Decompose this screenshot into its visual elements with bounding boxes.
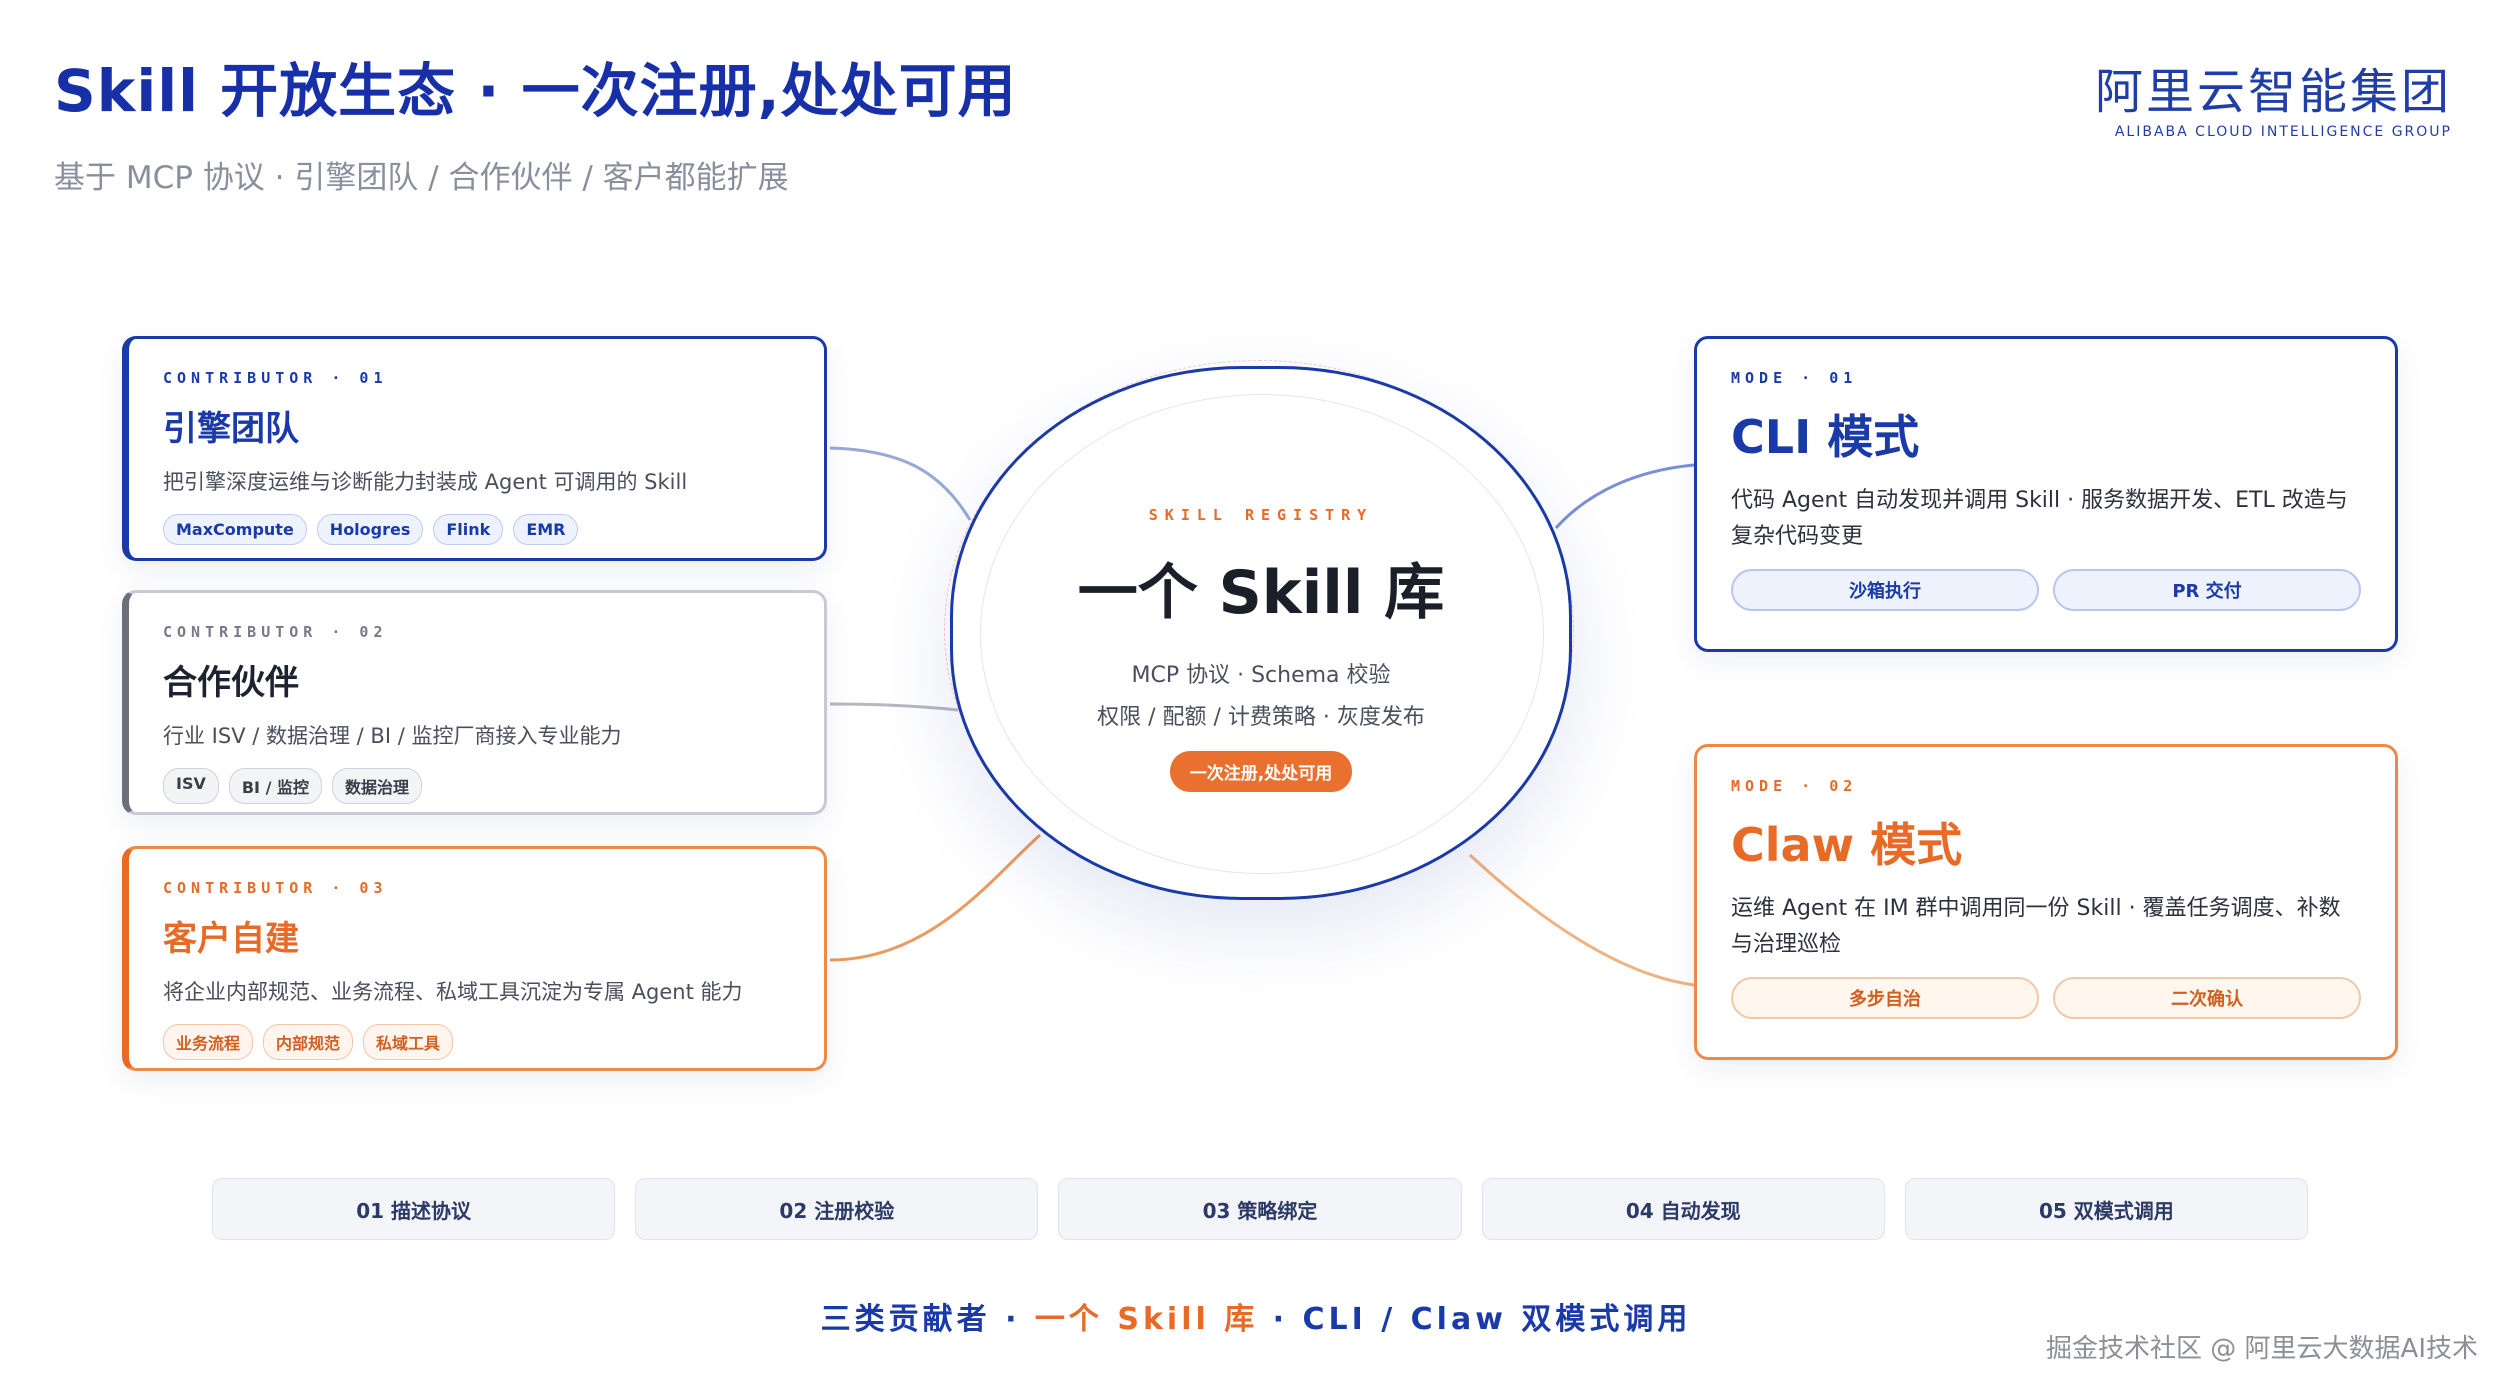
contributor-title: 合作伙伴 bbox=[163, 663, 299, 703]
contributor-desc: 把引擎深度运维与诊断能力封装成 Agent 可调用的 Skill bbox=[163, 470, 688, 494]
mode-card-cli[interactable]: MODE · 01 CLI 模式 代码 Agent 自动发现并调用 Skill … bbox=[1694, 336, 2398, 652]
contributor-card-partners[interactable]: CONTRIBUTOR · 02 合作伙伴 行业 ISV / 数据治理 / BI… bbox=[122, 590, 827, 815]
contributor-card-customer[interactable]: CONTRIBUTOR · 03 客户自建 将企业内部规范、业务流程、私域工具沉… bbox=[122, 846, 827, 1071]
process-steps: 01 描述协议 02 注册校验 03 策略绑定 04 自动发现 05 双模式调用 bbox=[212, 1178, 2309, 1240]
tag-isv[interactable]: ISV bbox=[163, 768, 219, 804]
tag-list: MaxCompute Hologres Flink EMR bbox=[163, 514, 790, 545]
step-dual-mode-call[interactable]: 05 双模式调用 bbox=[1904, 1178, 2309, 1240]
step-register-validate[interactable]: 02 注册校验 bbox=[635, 1178, 1039, 1240]
mode-button-group: 沙箱执行 PR 交付 bbox=[1731, 569, 2361, 611]
contributor-title: 引擎团队 bbox=[163, 409, 299, 449]
mode-desc: 代码 Agent 自动发现并调用 Skill · 服务数据开发、ETL 改造与复… bbox=[1731, 488, 2348, 549]
step-auto-discover[interactable]: 04 自动发现 bbox=[1481, 1178, 1885, 1240]
mode-kicker: MODE · 01 bbox=[1731, 369, 1858, 387]
mode-kicker: MODE · 02 bbox=[1731, 777, 1858, 795]
hub-line-protocol: MCP 协议 · Schema 校验 bbox=[1131, 663, 1391, 688]
tag-maxcompute[interactable]: MaxCompute bbox=[163, 514, 307, 545]
tag-bi-monitor[interactable]: BI / 监控 bbox=[228, 768, 322, 804]
mode-button-group: 多步自治 二次确认 bbox=[1731, 977, 2361, 1019]
contributor-card-engine-team[interactable]: CONTRIBUTOR · 01 引擎团队 把引擎深度运维与诊断能力封装成 Ag… bbox=[122, 336, 827, 561]
multi-step-autonomy-button[interactable]: 多步自治 bbox=[1731, 977, 2039, 1019]
watermark-text: 掘金技术社区 @ 阿里云大数据AI技术 bbox=[2046, 1334, 2478, 1364]
hub-title: 一个 Skill 库 bbox=[1077, 558, 1445, 628]
tag-emr[interactable]: EMR bbox=[513, 514, 579, 545]
mode-desc: 运维 Agent 在 IM 群中调用同一份 Skill · 覆盖任务调度、补数与… bbox=[1731, 896, 2341, 957]
pr-delivery-button[interactable]: PR 交付 bbox=[2053, 569, 2361, 611]
tag-flink[interactable]: Flink bbox=[433, 514, 504, 545]
connector-mode-1 bbox=[1554, 463, 1695, 530]
tag-list: ISV BI / 监控 数据治理 bbox=[163, 768, 790, 804]
contributor-kicker: CONTRIBUTOR · 03 bbox=[163, 879, 388, 897]
hub-content: SKILL REGISTRY 一个 Skill 库 MCP 协议 · Schem… bbox=[950, 366, 1572, 900]
step-describe-protocol[interactable]: 01 描述协议 bbox=[212, 1178, 616, 1240]
tagline-part-skill-library: 一个 Skill 库 bbox=[1034, 1302, 1259, 1337]
tag-business-flow[interactable]: 业务流程 bbox=[163, 1024, 254, 1060]
tagline-part-contributors: 三类贡献者 · bbox=[820, 1302, 1035, 1337]
tag-hologres[interactable]: Hologres bbox=[316, 514, 424, 545]
contributor-desc: 将企业内部规范、业务流程、私域工具沉淀为专属 Agent 能力 bbox=[163, 980, 743, 1004]
tag-data-governance[interactable]: 数据治理 bbox=[332, 768, 423, 804]
tag-list: 业务流程 内部规范 私域工具 bbox=[163, 1024, 790, 1060]
mode-title: Claw 模式 bbox=[1731, 818, 1963, 872]
contributor-kicker: CONTRIBUTOR · 01 bbox=[163, 369, 388, 387]
hub-register-pill[interactable]: 一次注册,处处可用 bbox=[1169, 751, 1353, 792]
sandbox-exec-button[interactable]: 沙箱执行 bbox=[1731, 569, 2039, 611]
tagline-part-modes: · CLI / Claw 双模式调用 bbox=[1258, 1302, 1692, 1337]
connector-contributor-2 bbox=[829, 702, 959, 712]
contributor-desc: 行业 ISV / 数据治理 / BI / 监控厂商接入专业能力 bbox=[163, 724, 622, 748]
hub-kicker: SKILL REGISTRY bbox=[1148, 506, 1374, 524]
mode-title: CLI 模式 bbox=[1731, 410, 1920, 464]
contributor-title: 客户自建 bbox=[163, 919, 299, 959]
double-confirm-button[interactable]: 二次确认 bbox=[2053, 977, 2361, 1019]
hub-line-policy: 权限 / 配额 / 计费策略 · 灰度发布 bbox=[1097, 705, 1425, 730]
tag-private-tools[interactable]: 私域工具 bbox=[363, 1024, 454, 1060]
tag-internal-norms[interactable]: 内部规范 bbox=[263, 1024, 354, 1060]
connector-contributor-1 bbox=[829, 446, 972, 521]
contributor-kicker: CONTRIBUTOR · 02 bbox=[163, 623, 388, 641]
step-bind-policy[interactable]: 03 策略绑定 bbox=[1058, 1178, 1462, 1240]
mode-card-claw[interactable]: MODE · 02 Claw 模式 运维 Agent 在 IM 群中调用同一份 … bbox=[1694, 744, 2398, 1060]
